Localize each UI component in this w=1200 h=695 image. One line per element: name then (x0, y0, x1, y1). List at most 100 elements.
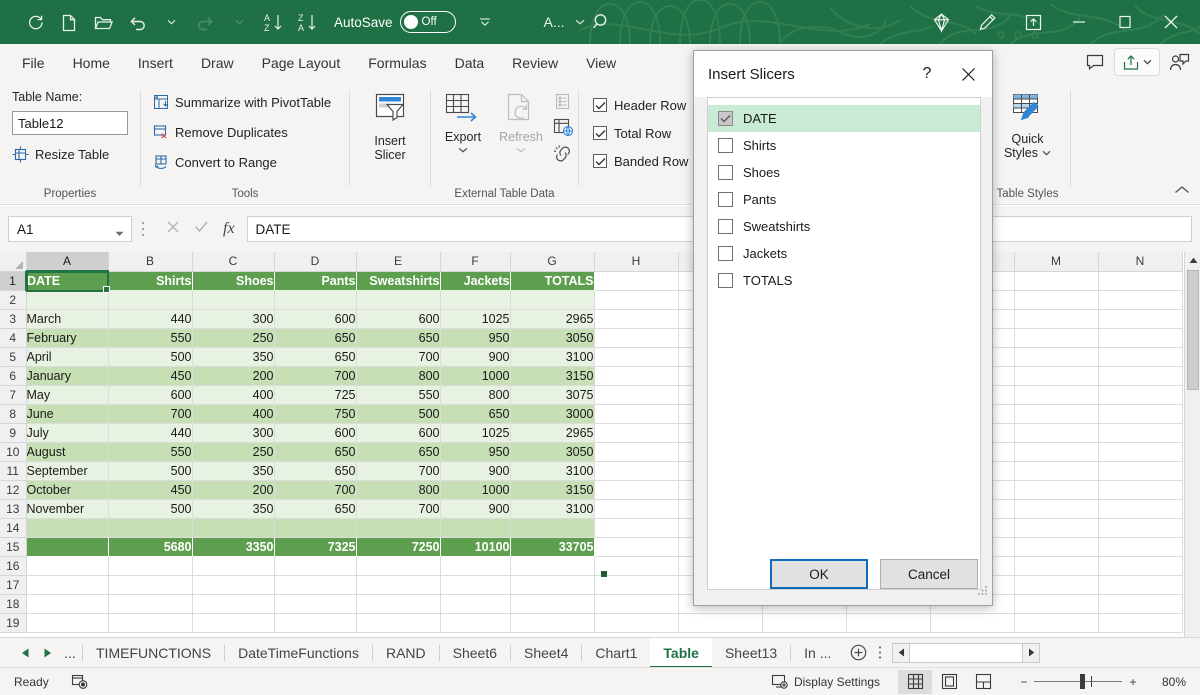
cell-M1[interactable] (1014, 271, 1098, 290)
cell-G12[interactable]: 3150 (510, 480, 594, 499)
share-person-icon[interactable] (1162, 48, 1196, 76)
cell-D18[interactable] (274, 594, 356, 613)
maximize-icon[interactable] (1102, 0, 1148, 44)
row-header-14[interactable]: 14 (0, 518, 26, 537)
cell-B19[interactable] (108, 613, 192, 632)
cell-F6[interactable]: 1000 (440, 366, 510, 385)
cell-C17[interactable] (192, 575, 274, 594)
slicer-item-shirts[interactable]: Shirts (708, 132, 980, 159)
dialog-resize-grip[interactable] (977, 583, 988, 601)
next-sheet-icon[interactable] (36, 641, 58, 665)
sheet-tab-table[interactable]: Table (650, 638, 712, 668)
cell-E4[interactable]: 650 (356, 328, 440, 347)
cell-E6[interactable]: 800 (356, 366, 440, 385)
column-header-M[interactable]: M (1014, 252, 1098, 271)
cell-A4[interactable]: February (26, 328, 108, 347)
cell-A19[interactable] (26, 613, 108, 632)
cell-D11[interactable]: 650 (274, 461, 356, 480)
cell-A2[interactable] (26, 290, 108, 309)
cell-C8[interactable]: 400 (192, 404, 274, 423)
checkbox-unchecked-icon[interactable] (718, 165, 733, 180)
tab-insert[interactable]: Insert (124, 51, 187, 75)
cell-M10[interactable] (1014, 442, 1098, 461)
cell-F18[interactable] (440, 594, 510, 613)
sheet-tab-timefunctions[interactable]: TIMEFUNCTIONS (83, 638, 224, 668)
cell-H11[interactable] (594, 461, 678, 480)
cell-F10[interactable]: 950 (440, 442, 510, 461)
cell-N19[interactable] (1098, 613, 1182, 632)
cell-M15[interactable] (1014, 537, 1098, 556)
cell-A16[interactable] (26, 556, 108, 575)
cell-B2[interactable] (108, 290, 192, 309)
cell-C13[interactable]: 350 (192, 499, 274, 518)
cell-A9[interactable]: July (26, 423, 108, 442)
cell-B10[interactable]: 550 (108, 442, 192, 461)
cell-M16[interactable] (1014, 556, 1098, 575)
cell-C16[interactable] (192, 556, 274, 575)
tab-home[interactable]: Home (59, 51, 124, 75)
cell-B9[interactable]: 440 (108, 423, 192, 442)
cell-A5[interactable]: April (26, 347, 108, 366)
cell-G6[interactable]: 3150 (510, 366, 594, 385)
cell-A7[interactable]: May (26, 385, 108, 404)
cell-D8[interactable]: 750 (274, 404, 356, 423)
slicer-item-sweatshirts[interactable]: Sweatshirts (708, 213, 980, 240)
cell-C18[interactable] (192, 594, 274, 613)
banded-rows-checkbox[interactable]: Banded Row (593, 148, 688, 174)
checkbox-unchecked-icon[interactable] (718, 138, 733, 153)
cell-B13[interactable]: 500 (108, 499, 192, 518)
page-break-view-button[interactable] (966, 670, 1000, 694)
zoom-thumb[interactable] (1080, 674, 1085, 689)
cell-D19[interactable] (274, 613, 356, 632)
cell-B14[interactable] (108, 518, 192, 537)
cell-C6[interactable]: 200 (192, 366, 274, 385)
autosave-toggle[interactable]: Off (400, 11, 456, 33)
cell-C10[interactable]: 250 (192, 442, 274, 461)
tab-formulas[interactable]: Formulas (354, 51, 440, 75)
cell-H6[interactable] (594, 366, 678, 385)
cell-D14[interactable] (274, 518, 356, 537)
cell-D4[interactable]: 650 (274, 328, 356, 347)
sheet-tab-chart1[interactable]: Chart1 (582, 638, 650, 668)
cell-H4[interactable] (594, 328, 678, 347)
collapse-ribbon-button[interactable] (1174, 182, 1190, 200)
ribbon-display-icon[interactable] (1010, 0, 1056, 44)
cell-A13[interactable]: November (26, 499, 108, 518)
zoom-level[interactable]: 80% (1144, 675, 1186, 689)
cell-C3[interactable]: 300 (192, 309, 274, 328)
cell-M13[interactable] (1014, 499, 1098, 518)
column-header-D[interactable]: D (274, 252, 356, 271)
cell-N16[interactable] (1098, 556, 1182, 575)
row-header-17[interactable]: 17 (0, 575, 26, 594)
row-header-11[interactable]: 11 (0, 461, 26, 480)
cell-A10[interactable]: August (26, 442, 108, 461)
sort-az-icon[interactable]: A Z (256, 6, 290, 38)
cell-A12[interactable]: October (26, 480, 108, 499)
diamond-icon[interactable] (918, 0, 964, 44)
name-box[interactable]: A1 (8, 216, 132, 242)
unlink-icon[interactable] (553, 144, 574, 168)
cell-B6[interactable]: 450 (108, 366, 192, 385)
cell-N5[interactable] (1098, 347, 1182, 366)
checkbox-unchecked-icon[interactable] (718, 192, 733, 207)
sheet-tab-rand[interactable]: RAND (373, 638, 439, 668)
cell-F5[interactable]: 900 (440, 347, 510, 366)
previous-sheet-icon[interactable] (14, 641, 36, 665)
cell-E1[interactable]: Sweatshirts (356, 271, 440, 290)
comments-icon[interactable] (1078, 48, 1112, 76)
cell-H13[interactable] (594, 499, 678, 518)
cell-F4[interactable]: 950 (440, 328, 510, 347)
sheet-tab-sheet6[interactable]: Sheet6 (440, 638, 510, 668)
add-sheet-icon[interactable] (844, 644, 872, 661)
cell-C1[interactable]: Shoes (192, 271, 274, 290)
cell-E12[interactable]: 800 (356, 480, 440, 499)
cell-L19[interactable] (930, 613, 1014, 632)
cell-I19[interactable] (678, 613, 762, 632)
undo-icon[interactable] (120, 6, 154, 38)
cell-N3[interactable] (1098, 309, 1182, 328)
zoom-track[interactable] (1034, 681, 1122, 682)
cell-F3[interactable]: 1025 (440, 309, 510, 328)
cell-F17[interactable] (440, 575, 510, 594)
cell-E8[interactable]: 500 (356, 404, 440, 423)
row-header-3[interactable]: 3 (0, 309, 26, 328)
